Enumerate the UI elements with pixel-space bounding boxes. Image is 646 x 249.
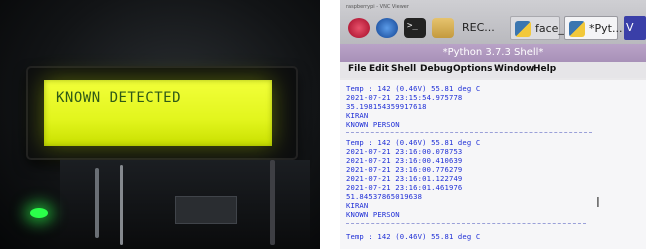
- shell-line: KNOWN PERSON: [346, 120, 400, 129]
- taskbar: raspberrypi - VNC Viewer REC... face_...…: [340, 0, 646, 44]
- green-led: [30, 208, 48, 218]
- shell-line: Temp : 142 (0.46V) 55.81 deg C: [346, 138, 481, 147]
- shell-line: Temp : 142 (0.46V) 55.81 deg C: [346, 232, 481, 241]
- folder-icon[interactable]: [432, 18, 454, 38]
- shell-line: 2021-07-21 23:16:00.410639: [346, 156, 463, 165]
- task-python-shell[interactable]: *Pyt...: [564, 16, 622, 40]
- window-title: *Python 3.7.3 Shell*: [340, 44, 646, 62]
- shell-line: KIRAN: [346, 111, 369, 120]
- shell-output[interactable]: Temp : 142 (0.46V) 55.81 deg C 2021-07-2…: [340, 80, 646, 249]
- shell-line: 2021-07-21 23:15:54.975778: [346, 93, 463, 102]
- shell-line: Temp : 142 (0.46V) 55.81 deg C: [346, 84, 481, 93]
- shell-line: KIRAN: [346, 201, 369, 210]
- vnc-title-text: raspberrypi - VNC Viewer: [346, 4, 409, 10]
- shell-line: 2021-07-21 23:16:00.776279: [346, 165, 463, 174]
- task-face[interactable]: face_...: [510, 16, 574, 40]
- menu-help[interactable]: Help: [533, 64, 556, 74]
- jumper-wire: [120, 165, 123, 245]
- lcd-photo: KNOWN DETECTED: [0, 0, 320, 249]
- menu-bar: File Edit Shell Debug Options Window Hel…: [340, 62, 646, 78]
- python-shell-photo: raspberrypi - VNC Viewer REC... face_...…: [340, 0, 646, 249]
- shell-line: 2021-07-21 23:16:01.122749: [346, 174, 463, 183]
- python-icon: [569, 21, 585, 37]
- jumper-wire: [95, 168, 99, 238]
- menu-shell[interactable]: Shell: [391, 64, 416, 74]
- menu-file[interactable]: File: [348, 64, 366, 74]
- jumper-wire: [270, 160, 275, 245]
- separator: [346, 223, 586, 224]
- task-rec[interactable]: REC...: [458, 16, 506, 40]
- menu-edit[interactable]: Edit: [369, 64, 389, 74]
- shell-line: 2021-07-21 23:16:00.078753: [346, 147, 463, 156]
- shell-line: KNOWN PERSON: [346, 210, 400, 219]
- raspberry-menu-icon[interactable]: [348, 18, 370, 38]
- browser-icon[interactable]: [376, 18, 398, 38]
- shell-line: 51.84537865019638: [346, 192, 423, 201]
- board-chip: [175, 196, 237, 224]
- menu-options[interactable]: Options: [453, 64, 492, 74]
- python-icon: [515, 21, 531, 37]
- menu-window[interactable]: Window: [494, 64, 534, 74]
- shell-line: 2021-07-21 23:16:01.461976: [346, 183, 463, 192]
- menu-debug[interactable]: Debug: [420, 64, 453, 74]
- terminal-icon[interactable]: [404, 18, 426, 38]
- separator: [346, 132, 592, 133]
- task-pyt-label: *Pyt...: [589, 22, 623, 35]
- lcd-text: KNOWN DETECTED: [56, 90, 182, 106]
- text-cursor-icon: I: [596, 196, 600, 211]
- task-vnc[interactable]: V: [624, 16, 646, 40]
- shell-line: 35.198154359917618: [346, 102, 427, 111]
